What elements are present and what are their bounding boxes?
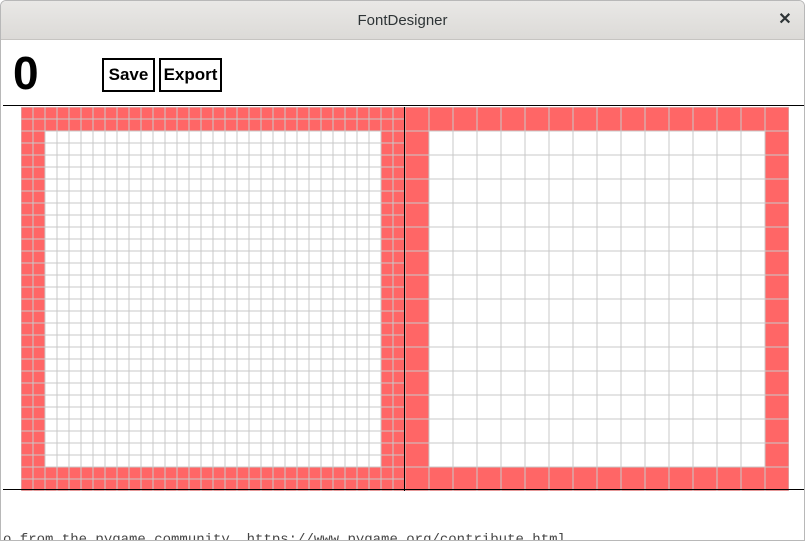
toolbar-divider [3, 105, 804, 106]
app-window: FontDesigner ✕ 0 Save Export o from the … [0, 0, 805, 541]
export-button[interactable]: Export [159, 58, 222, 92]
save-button[interactable]: Save [102, 58, 155, 92]
title-bar: FontDesigner ✕ [1, 1, 804, 40]
console-text: o from the pygame community. https://www… [3, 532, 566, 541]
editor-canvas [21, 107, 789, 491]
preview-grid[interactable] [404, 107, 789, 491]
window-title: FontDesigner [357, 12, 448, 29]
bottom-divider [3, 489, 804, 490]
pixel-editor-grid[interactable] [21, 107, 406, 491]
character-counter: 0 [13, 47, 39, 99]
close-icon[interactable]: ✕ [775, 9, 795, 31]
